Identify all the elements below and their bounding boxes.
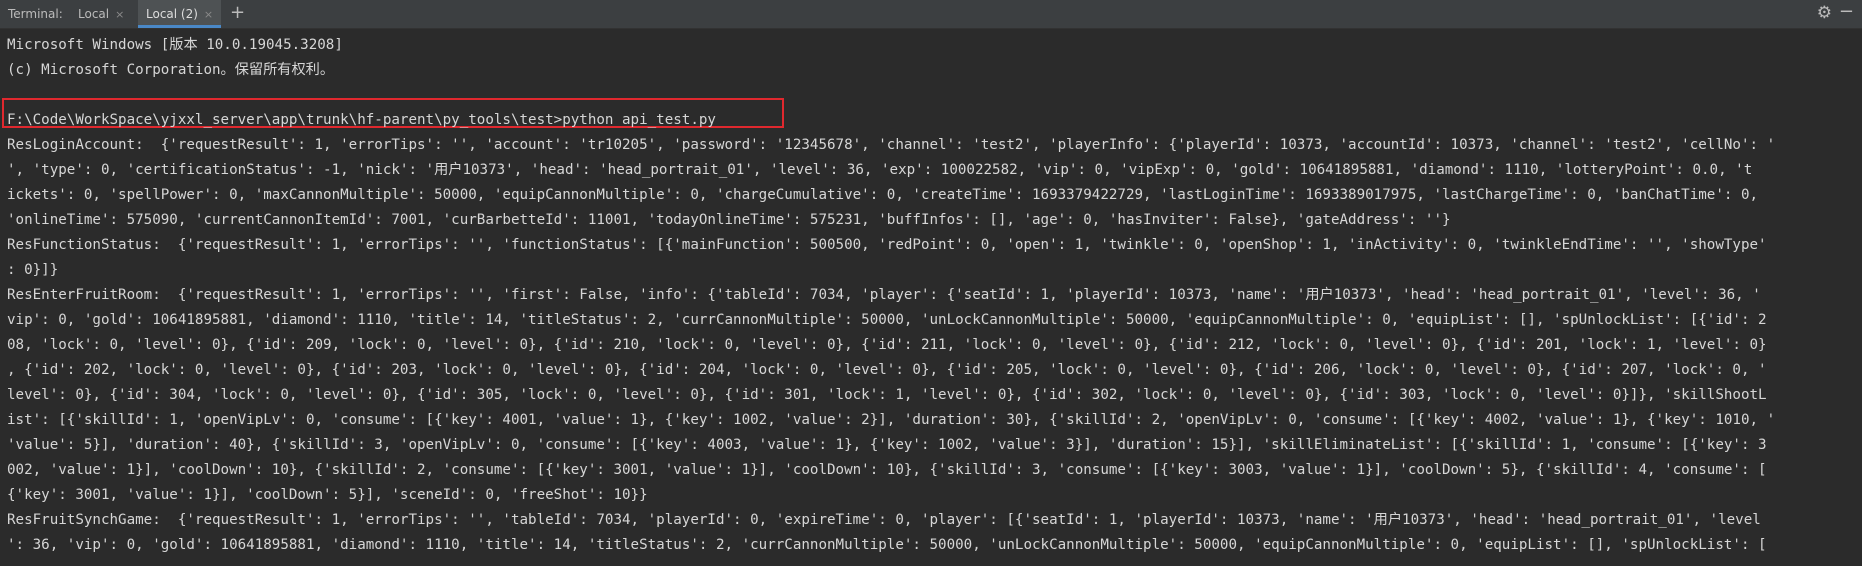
tab-label: Local (2) <box>146 7 198 21</box>
terminal-line: {'key': 3001, 'value': 1}], 'coolDown': … <box>7 487 648 503</box>
terminal-line: (c) Microsoft Corporation。保留所有权利。 <box>7 62 335 78</box>
terminal-tab-bar: Terminal: Local × Local (2) × + ⚙ − <box>0 0 1862 29</box>
minus-icon[interactable]: − <box>1839 1 1854 22</box>
terminal-label: Terminal: <box>8 7 63 21</box>
terminal-line: : 0}]} <box>7 262 59 278</box>
terminal-line: , {'id': 202, 'lock': 0, 'level': 0}, {'… <box>7 362 1767 378</box>
add-tab-icon[interactable]: + <box>230 2 245 23</box>
terminal-line: 002, 'value': 1}], 'coolDown': 10}, {'sk… <box>7 462 1767 478</box>
terminal-line: ', 'type': 0, 'certificationStatus': -1,… <box>7 162 1753 178</box>
terminal-line: ResFruitSynchGame: {'requestResult': 1, … <box>7 512 1761 528</box>
terminal-line: level': 0}, {'id': 304, 'lock': 0, 'leve… <box>7 387 1767 403</box>
terminal-output[interactable]: Microsoft Windows [版本 10.0.19045.3208] (c… <box>0 30 1862 566</box>
terminal-line: 'value': 5}], 'duration': 40}, {'skillId… <box>7 437 1767 453</box>
terminal-line: ist': [{'skillId': 1, 'openVipLv': 0, 'c… <box>7 412 1776 428</box>
terminal-line: 'onlineTime': 575090, 'currentCannonItem… <box>7 212 1451 228</box>
terminal-line: ': 36, 'vip': 0, 'gold': 10641895881, 'd… <box>7 537 1767 553</box>
close-icon[interactable]: × <box>115 8 124 21</box>
terminal-line: vip': 0, 'gold': 10641895881, 'diamond':… <box>7 312 1767 328</box>
command-line: F:\Code\WorkSpace\yjxxl_server\app\trunk… <box>7 112 716 128</box>
terminal-line: Microsoft Windows [版本 10.0.19045.3208] <box>7 37 343 53</box>
tab-local[interactable]: Local × <box>70 0 132 28</box>
terminal-line: ResEnterFruitRoom: {'requestResult': 1, … <box>7 287 1761 303</box>
terminal-line: 08, 'lock': 0, 'level': 0}, {'id': 209, … <box>7 337 1767 353</box>
terminal-line: ResLoginAccount: {'requestResult': 1, 'e… <box>7 137 1776 153</box>
gear-icon[interactable]: ⚙ <box>1817 3 1832 23</box>
close-icon[interactable]: × <box>204 8 213 21</box>
terminal-line: ResFunctionStatus: {'requestResult': 1, … <box>7 237 1767 253</box>
tab-local-2[interactable]: Local (2) × <box>138 0 222 28</box>
tab-label: Local <box>78 7 110 21</box>
terminal-line: ickets': 0, 'spellPower': 0, 'maxCannonM… <box>7 187 1759 203</box>
